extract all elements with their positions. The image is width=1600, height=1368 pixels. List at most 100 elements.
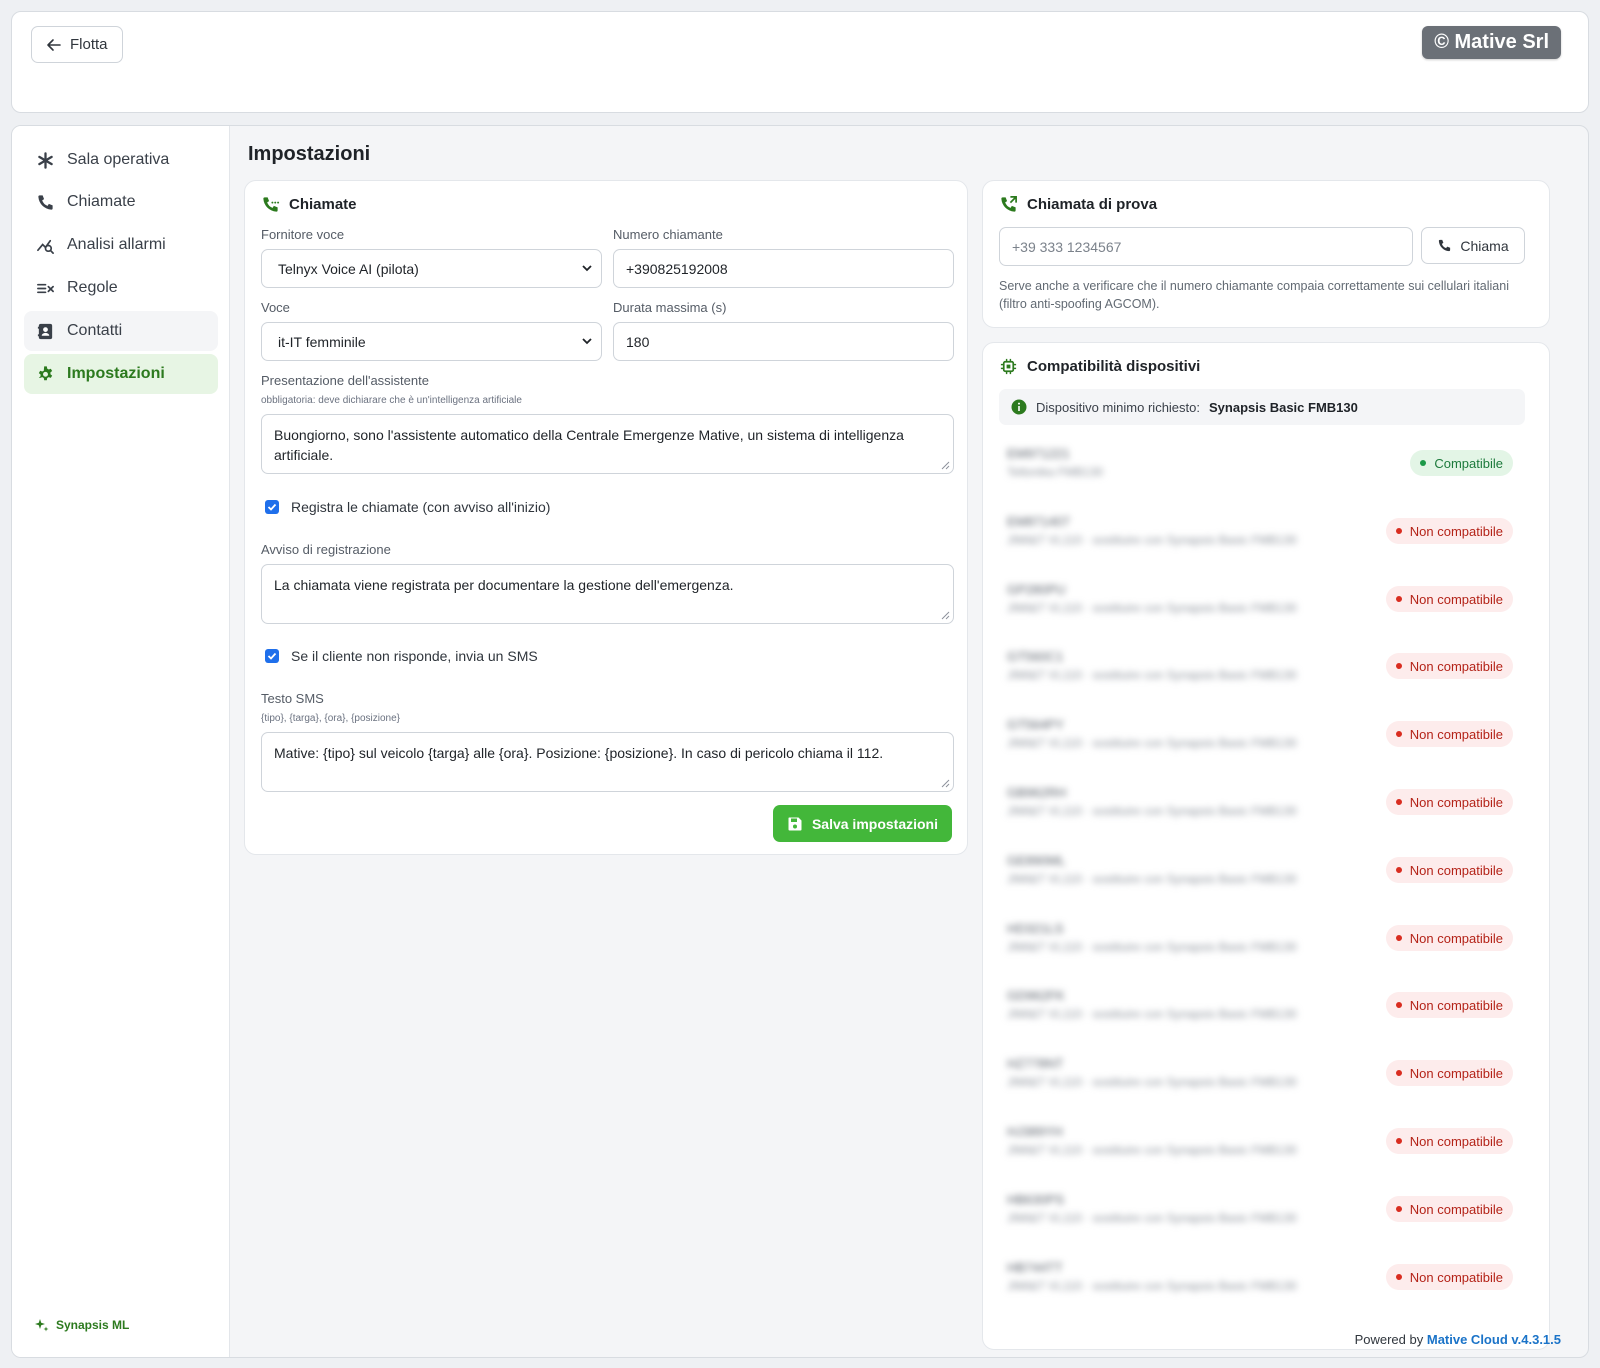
- call-button[interactable]: Chiama: [1421, 227, 1525, 264]
- save-settings-button[interactable]: Salva impostazioni: [772, 805, 952, 842]
- status-label: Non compatibile: [1409, 794, 1503, 810]
- device-id: HB744TT: [1007, 1260, 1063, 1275]
- status-badge: Non compatibile: [1385, 789, 1513, 815]
- device-id: GT560C1: [1007, 649, 1064, 664]
- checkbox-checked-icon[interactable]: [265, 649, 279, 663]
- recording-notice-text: La chiamata viene registrata per documen…: [274, 577, 734, 593]
- status-dot-icon: [1395, 596, 1402, 602]
- sidebar-item-sala-operativa[interactable]: Sala operativa: [24, 140, 218, 180]
- powered-by-product[interactable]: Mative Cloud v.4.3.1.5: [1427, 1332, 1561, 1347]
- sms-text-label: Testo SMS: [261, 691, 324, 706]
- sidebar-item-impostazioni[interactable]: Impostazioni: [24, 354, 218, 394]
- sms-placeholders-hint: {tipo}, {targa}, {ora}, {posizione}: [261, 713, 401, 724]
- status-label: Non compatibile: [1409, 726, 1503, 742]
- sidebar-item-contatti[interactable]: Contatti: [24, 311, 218, 351]
- device-model: JIMI&T VL110 · sostituire con Synapsis B…: [1007, 1075, 1297, 1089]
- status-dot-icon: [1395, 731, 1402, 737]
- device-row: HD321LS JIMI&T VL110 · sostituire con Syn…: [1007, 918, 1513, 958]
- chevron-down-icon: [582, 338, 592, 345]
- resize-grip-icon[interactable]: [941, 461, 950, 470]
- device-model: Teltonika FMB130: [1007, 465, 1104, 479]
- phone-outgoing-icon: [263, 197, 280, 212]
- device-id: GP280PU: [1007, 582, 1066, 597]
- provider-value: Telnyx Voice AI (pilota): [278, 260, 419, 277]
- status-badge: Non compatibile: [1385, 857, 1513, 883]
- status-badge: Non compatibile: [1385, 925, 1513, 951]
- calls-settings-card: Chiamate Fornitore voce Telnyx Voice AI …: [244, 180, 968, 855]
- device-row: HJ389YH JIMI&T VL110 · sostituire con Syn…: [1007, 1121, 1513, 1161]
- sidebar-item-chiamate[interactable]: Chiamate: [24, 182, 218, 222]
- synapsis-ml-link[interactable]: Synapsis ML: [34, 1317, 129, 1333]
- device-row: EM971221 Teltonika FMB130 Compatibile: [1007, 443, 1513, 483]
- sidebar-item-label: Sala operativa: [67, 151, 170, 168]
- device-id: HD321LS: [1007, 921, 1064, 936]
- rules-icon: [37, 283, 54, 293]
- sparkle-icon: [35, 1319, 49, 1332]
- device-id: GT564PY: [1007, 717, 1065, 732]
- send-sms-label: Se il cliente non risponde, invia un SMS: [291, 648, 538, 664]
- device-model: JIMI&T VL110 · sostituire con Synapsis B…: [1007, 736, 1297, 750]
- phone-icon: [1439, 239, 1451, 252]
- device-model: JIMI&T VL110 · sostituire con Synapsis B…: [1007, 533, 1297, 547]
- status-dot-icon: [1420, 460, 1427, 466]
- status-badge: Compatibile: [1410, 450, 1513, 476]
- sidebar-item-regole[interactable]: Regole: [24, 268, 218, 308]
- status-dot-icon: [1395, 528, 1402, 534]
- intro-textarea[interactable]: Buongiorno, sono l'assistente automatico…: [261, 414, 954, 474]
- call-button-label: Chiama: [1460, 237, 1509, 254]
- sms-textarea[interactable]: Mative: {tipo} sul veicolo {targa} alle …: [261, 732, 954, 792]
- caller-number-input[interactable]: +390825192008: [613, 249, 954, 288]
- device-row: HB630PS JIMI&T VL110 · sostituire con Syn…: [1007, 1189, 1513, 1229]
- chevron-down-icon: [582, 265, 592, 272]
- provider-label: Fornitore voce: [261, 227, 345, 242]
- voice-select[interactable]: it-IT femminile: [261, 322, 602, 361]
- sidebar: Sala operativa Chiamate Analisi allarmi …: [12, 126, 230, 1357]
- test-call-title: Chiamata di prova: [999, 195, 1157, 214]
- sidebar-item-analisi-allarmi[interactable]: Analisi allarmi: [24, 225, 218, 265]
- status-dot-icon: [1395, 663, 1402, 669]
- status-label: Non compatibile: [1409, 862, 1503, 878]
- resize-grip-icon[interactable]: [941, 611, 950, 620]
- device-model: JIMI&T VL110 · sostituire con Synapsis B…: [1007, 601, 1297, 615]
- voice-label: Voce: [261, 300, 290, 315]
- brand-badge: © Mative Srl: [1422, 26, 1561, 59]
- checkbox-checked-icon[interactable]: [265, 500, 279, 514]
- app-shell: Sala operativa Chiamate Analisi allarmi …: [11, 125, 1589, 1358]
- back-to-fleet-button[interactable]: Flotta: [31, 26, 123, 63]
- device-row: HB744TT JIMI&T VL110 · sostituire con Syn…: [1007, 1257, 1513, 1297]
- chart-search-icon: [37, 239, 54, 254]
- sidebar-item-label: Regole: [67, 279, 118, 296]
- test-call-card: Chiamata di prova +39 333 1234567 Chiama…: [982, 180, 1550, 328]
- device-row: EM871407 JIMI&T VL110 · sostituire con Sy…: [1007, 511, 1513, 551]
- status-label: Non compatibile: [1409, 1269, 1503, 1285]
- provider-select[interactable]: Telnyx Voice AI (pilota): [261, 249, 602, 288]
- device-row: GE890ML JIMI&T VL110 · sostituire con Syn…: [1007, 850, 1513, 890]
- top-bar: Flotta © Mative Srl: [11, 11, 1589, 113]
- max-duration-input[interactable]: 180: [613, 322, 954, 361]
- voice-value: it-IT femminile: [278, 333, 366, 350]
- record-calls-checkbox[interactable]: Registra le chiamate (con avviso all'ini…: [265, 499, 550, 515]
- device-id: HJ389YH: [1007, 1124, 1063, 1139]
- device-id: HZ778NT: [1007, 1056, 1064, 1071]
- min-device-label: Dispositivo minimo richiesto:: [1036, 399, 1200, 415]
- status-badge: Non compatibile: [1385, 1060, 1513, 1086]
- test-number-input[interactable]: +39 333 1234567: [999, 227, 1413, 266]
- phone-icon: [38, 194, 53, 210]
- phone-forward-icon: [1001, 196, 1017, 212]
- status-dot-icon: [1395, 867, 1402, 873]
- recording-notice-textarea[interactable]: La chiamata viene registrata per documen…: [261, 564, 954, 624]
- info-icon: [1011, 399, 1027, 415]
- page-title: Impostazioni: [248, 143, 371, 165]
- status-label: Non compatibile: [1409, 930, 1503, 946]
- resize-grip-icon[interactable]: [941, 779, 950, 788]
- device-id: EM871407: [1007, 514, 1070, 529]
- status-dot-icon: [1395, 935, 1402, 941]
- status-dot-icon: [1395, 1274, 1402, 1280]
- sidebar-item-label: Chiamate: [67, 193, 136, 210]
- device-model: JIMI&T VL110 · sostituire con Synapsis B…: [1007, 1143, 1297, 1157]
- device-model: JIMI&T VL110 · sostituire con Synapsis B…: [1007, 1007, 1297, 1021]
- asterisk-icon: [38, 151, 53, 169]
- device-model: JIMI&T VL110 · sostituire con Synapsis B…: [1007, 940, 1297, 954]
- send-sms-checkbox[interactable]: Se il cliente non risponde, invia un SMS: [265, 648, 538, 664]
- compat-title: Compatibilità dispositivi: [999, 357, 1200, 376]
